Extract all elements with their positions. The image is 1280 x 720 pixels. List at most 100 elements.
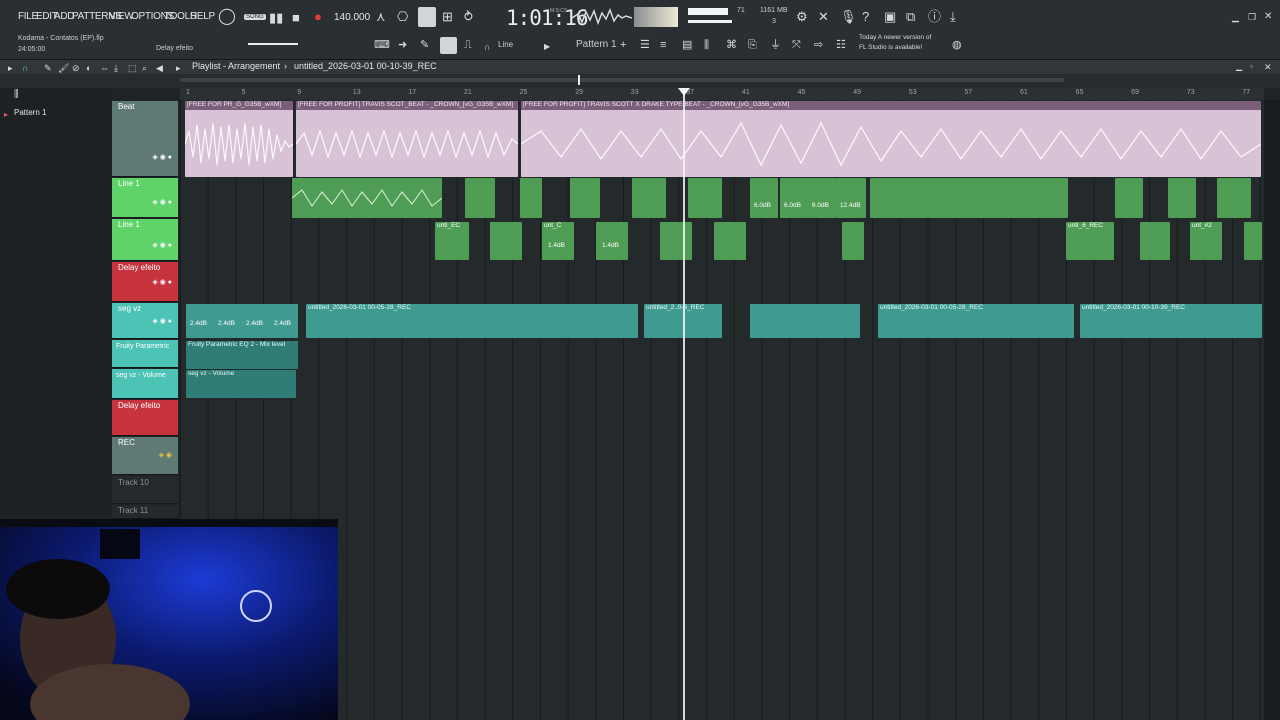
overview-position-marker[interactable]: [578, 75, 580, 85]
song-mode-button[interactable]: SONG: [244, 14, 266, 20]
playlist-maximize-icon[interactable]: ▫: [1250, 60, 1253, 74]
add-pattern-icon[interactable]: +: [620, 38, 626, 52]
audio-clip-beat[interactable]: [FREE FOR PR_G_G35B_wXM]: [185, 101, 293, 177]
playhead[interactable]: [683, 88, 685, 720]
audio-clip-segvz-rec[interactable]: untitled_2026-03-01 00-05-28_REC: [878, 304, 1074, 338]
playback-tool-icon[interactable]: ◀: [156, 61, 163, 75]
audio-clip-line1[interactable]: [520, 178, 542, 218]
audio-clip-segvz[interactable]: 2.4dB 2.4dB 2.4dB 2.4dB: [186, 304, 298, 338]
audio-clip-line1b[interactable]: [660, 222, 692, 260]
arrangement-name[interactable]: untitled_2026-03-01 00-10-39_REC: [294, 61, 437, 71]
audio-clip-line1b[interactable]: [714, 222, 746, 260]
track-header-beat[interactable]: Beat ◈ ◉ ●: [112, 101, 178, 177]
pattern-song-toggle-icon[interactable]: ◯: [218, 9, 236, 25]
song-overview-track[interactable]: [180, 78, 1064, 82]
microphone-icon[interactable]: 🎙: [840, 10, 857, 24]
audio-clip-beat[interactable]: [FREE FOR PROFIT] TRAVIS SCOTT X DRAKE T…: [521, 101, 1261, 177]
cue-icon[interactable]: ⇨: [814, 38, 823, 52]
list-icon[interactable]: ☷: [836, 38, 846, 52]
audio-clip-line1[interactable]: [1115, 178, 1143, 218]
audio-clip-line1[interactable]: 12.4dB: [836, 178, 866, 218]
paint-tool-button[interactable]: [440, 37, 457, 54]
playlist-close-icon[interactable]: ✕: [1264, 60, 1272, 74]
zoom-tool-icon[interactable]: ⌕: [142, 61, 147, 75]
audio-clip-line1[interactable]: 6.0dB: [780, 178, 808, 218]
mixer-faders-icon[interactable]: ⫼: [704, 38, 709, 52]
piano-roll-icon[interactable]: ≡: [660, 38, 666, 52]
stamp-icon[interactable]: ⎍: [464, 38, 472, 52]
track-header-line1-a[interactable]: Line 1 ◈ ◉ ●: [112, 178, 178, 218]
audio-clip-line1[interactable]: [870, 178, 1068, 218]
audio-clip-segvz-rec[interactable]: untitled_2026-03-01 00-05-28_REC: [306, 304, 638, 338]
audio-clip-line1b[interactable]: [1244, 222, 1262, 260]
cpu-icon[interactable]: ⚙: [796, 10, 808, 24]
track-controls-icon[interactable]: ◈ ◉ ●: [152, 198, 172, 206]
audio-clip-line1b[interactable]: unti_6_REC: [1066, 222, 1114, 260]
delete-tool-icon[interactable]: ⊘: [72, 61, 80, 75]
keyboard-icon[interactable]: ⌨: [374, 38, 390, 52]
pause-icon[interactable]: ▮▮: [269, 11, 283, 25]
timeline-ruler[interactable]: 1 5 9 13 17 21 25 29 33 37 41 45 49 53 57 61 65 69 73 77: [180, 88, 1264, 100]
info-icon[interactable]: ⓘ: [928, 10, 941, 24]
pattern-selector[interactable]: Pattern 1: [576, 39, 617, 50]
globe-icon[interactable]: ◍: [952, 38, 962, 52]
snap-selector[interactable]: Line: [498, 40, 513, 49]
slip-tool-icon[interactable]: ⇔: [100, 61, 109, 75]
vertical-scrollbar[interactable]: [1264, 100, 1280, 720]
track-header-10[interactable]: Track 10: [112, 476, 178, 504]
audio-clip-line1b[interactable]: unt_C 1.4dB: [542, 222, 574, 260]
track-controls-icon[interactable]: ◈ ◉: [159, 451, 172, 459]
save-icon[interactable]: ▣: [884, 10, 896, 24]
route-icon[interactable]: ⤧: [792, 38, 801, 52]
record-icon[interactable]: ●: [314, 10, 322, 24]
close-icon[interactable]: ✕: [1264, 10, 1272, 24]
menu-view[interactable]: VIEW: [109, 11, 134, 22]
magnet-snap-icon[interactable]: ∩: [22, 61, 28, 75]
arrow-right-icon[interactable]: ➜: [398, 38, 407, 52]
picker-icon[interactable]: ⫼: [14, 88, 19, 102]
arrangement-play-icon[interactable]: ▸: [176, 61, 181, 75]
audio-clip-line1b[interactable]: [1140, 222, 1170, 260]
menu-file[interactable]: FILE: [18, 11, 38, 22]
channel-rack-icon[interactable]: ▤: [682, 38, 692, 52]
automation-clip-eq[interactable]: Fruity Parametric EQ 2 - Mix level: [186, 341, 298, 369]
plugin-icon[interactable]: ⧉: [906, 10, 915, 24]
audio-clip-beat[interactable]: [FREE FOR PROFIT] TRAVIS SCOT_BEAT - _CR…: [296, 101, 518, 177]
mixer-icon[interactable]: ✕: [818, 10, 829, 24]
audio-clip-line1[interactable]: [465, 178, 495, 218]
audio-clip-line1b[interactable]: [490, 222, 522, 260]
pencil-icon[interactable]: ✎: [420, 38, 429, 52]
automation-clip-volume[interactable]: seg vz - Volume: [186, 370, 296, 398]
copy-icon[interactable]: ⎘: [748, 38, 757, 52]
tempo-display[interactable]: 140.000: [334, 12, 370, 23]
help-icon[interactable]: ?: [862, 10, 869, 24]
plug-icon[interactable]: ⏚: [770, 38, 781, 52]
audio-clip-line1b[interactable]: 1.4dB: [596, 222, 628, 260]
audio-clip-line1b[interactable]: unti_EC: [435, 222, 469, 260]
master-volume-slider[interactable]: [248, 43, 298, 45]
track-header-11[interactable]: Track 11: [112, 505, 178, 519]
playlist-minimize-icon[interactable]: ▁: [1236, 60, 1242, 74]
audio-clip-segvz[interactable]: [750, 304, 860, 338]
audio-clip-line1[interactable]: [688, 178, 722, 218]
audio-clip-segvz-rec[interactable]: untitled_2026-03-01 00-10-39_REC: [1080, 304, 1262, 338]
metronome-icon[interactable]: ⋏: [376, 10, 386, 24]
track-controls-icon[interactable]: ◈ ◉ ●: [152, 241, 172, 249]
minimize-icon[interactable]: ▁: [1232, 10, 1239, 24]
track-header-delay-b[interactable]: Delay efeito: [112, 400, 178, 436]
track-header-segvz[interactable]: seg vz ◈ ◉ ●: [112, 303, 178, 339]
track-header-segvz-volume[interactable]: seg vz - Volume: [112, 369, 178, 399]
audio-clip-line1[interactable]: [632, 178, 666, 218]
playhead-marker-icon[interactable]: [678, 88, 690, 96]
menu-help[interactable]: HELP: [190, 11, 215, 22]
audio-clip-line1[interactable]: [570, 178, 600, 218]
step-edit-icon[interactable]: ⊞: [442, 10, 453, 24]
track-controls-icon[interactable]: ◈ ◉ ●: [152, 278, 172, 286]
playlist-overview-bar[interactable]: [0, 74, 1280, 88]
stop-icon[interactable]: ■: [292, 11, 300, 25]
slice-tool-icon[interactable]: ⤓: [114, 61, 118, 75]
mute-tool-icon[interactable]: ◐: [86, 61, 91, 75]
play-pattern-icon[interactable]: ▶: [544, 40, 550, 54]
track-header-line1-b[interactable]: Line 1 ◈ ◉ ●: [112, 219, 178, 261]
audio-clip-line1[interactable]: [292, 178, 442, 218]
